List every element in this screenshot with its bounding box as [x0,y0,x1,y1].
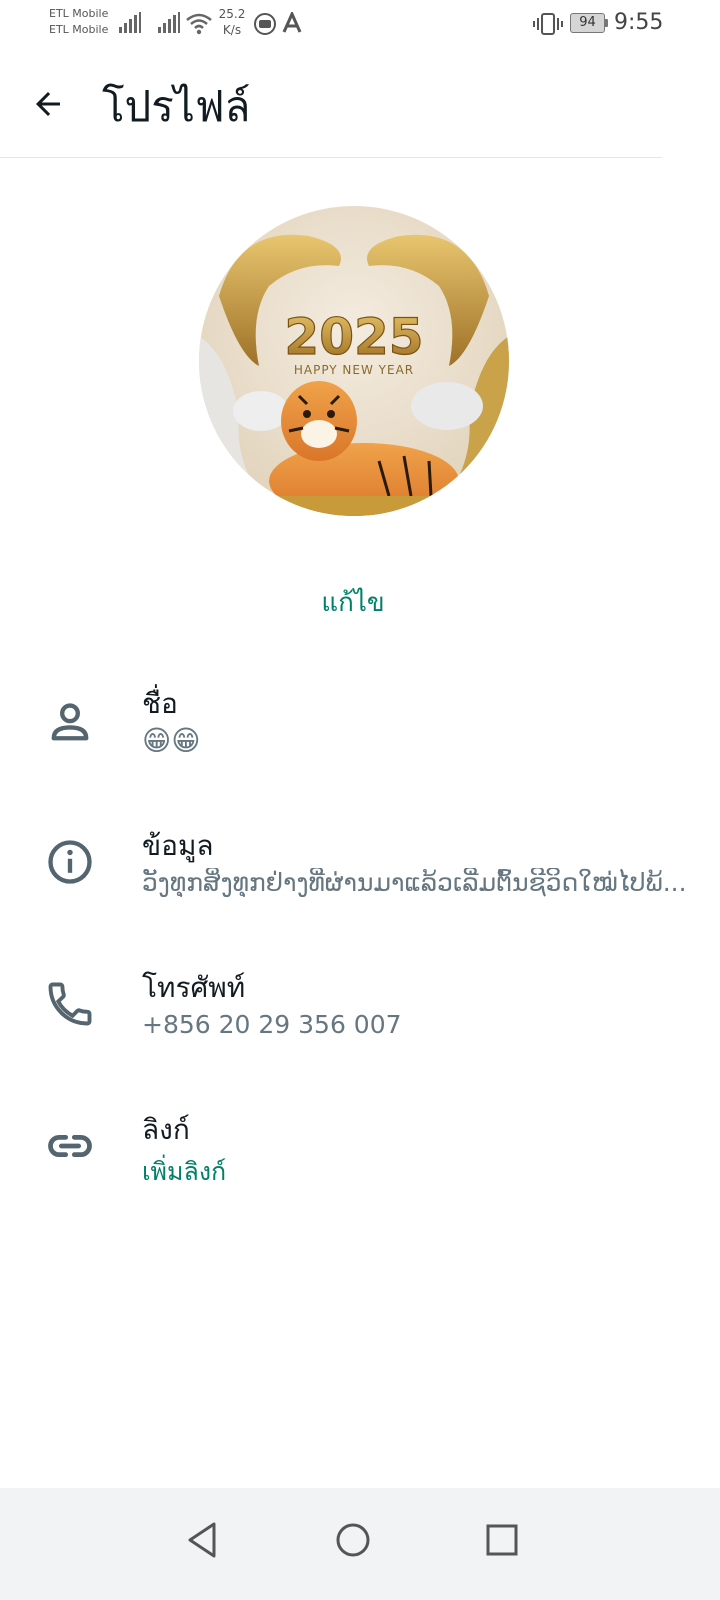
download-notification-icon [254,13,276,35]
phone-row[interactable]: โทรศัพท์ +856 20 29 356 007 [0,958,720,1078]
phone-icon [48,982,92,1026]
avatar-subtext: HAPPY NEW YEAR [294,363,414,377]
status-bar: ETL Mobile ETL Mobile 25.2 K/s 94 9:55 [0,0,720,50]
speed-unit: K/s [222,23,242,37]
back-button[interactable] [22,80,74,128]
carrier-2: ETL Mobile [49,23,109,36]
phone-label: โทรศัพท์ [142,971,246,1004]
page-title: โปรไฟล์ [102,82,251,131]
nav-home-button[interactable] [323,1510,383,1570]
battery-indicator: 94 [570,13,605,33]
header-divider [0,157,662,158]
nav-recents-button[interactable] [472,1510,532,1570]
about-row[interactable]: ข้อมูล ວັງທຸກສິ່ງທຸກຢ່າງທີ່ຜ່ານມາແລ້ວເລີ… [0,816,720,936]
battery-tip [605,19,608,27]
name-label: ชื่อ [142,687,178,720]
vibrate-icon [533,13,563,35]
carrier-1: ETL Mobile [49,7,109,20]
profile-photo[interactable]: 2025 HAPPY NEW YEAR [199,206,509,516]
arrow-back-icon [36,92,60,116]
nav-home-icon [336,1523,370,1557]
avatar-image: 2025 HAPPY NEW YEAR [199,206,509,516]
clock: 9:55 [614,10,664,35]
app-bar: โปรไฟล์ [0,50,720,158]
carrier-labels: ETL Mobile ETL Mobile [49,6,108,38]
nav-back-icon [188,1522,216,1558]
about-value: ວັງທຸກສິ່ງທຸກຢ່າງທີ່ຜ່ານມາແລ້ວເລີ່ມຕົ້ນຊ… [142,868,687,897]
system-nav-bar [0,1488,720,1600]
network-speed: 25.2 K/s [214,6,250,38]
name-value: 😁😁 [142,724,201,757]
info-icon [48,840,92,884]
signal-2-icon [158,12,180,33]
about-label: ข้อมูล [142,829,214,862]
nav-back-button[interactable] [172,1510,232,1570]
avatar-year-text: 2025 [284,308,423,366]
link-icon [48,1134,92,1158]
links-label: ลิงก์ [142,1113,190,1146]
edit-photo-link[interactable]: แก้ไข [0,582,706,623]
signal-1-icon [119,12,141,33]
add-links-button[interactable]: เพิ่มลิงก์ [142,1152,706,1192]
phone-value: +856 20 29 356 007 [142,1010,402,1039]
wifi-icon [186,13,212,35]
person-icon [51,703,89,741]
nav-recents-icon [486,1524,518,1556]
app-notification-icon [282,12,302,33]
name-row[interactable]: ชื่อ 😁😁 [0,672,720,792]
links-row[interactable]: ลิงก์ เพิ่มลิงก์ [0,1100,720,1220]
speed-value: 25.2 [218,7,246,21]
